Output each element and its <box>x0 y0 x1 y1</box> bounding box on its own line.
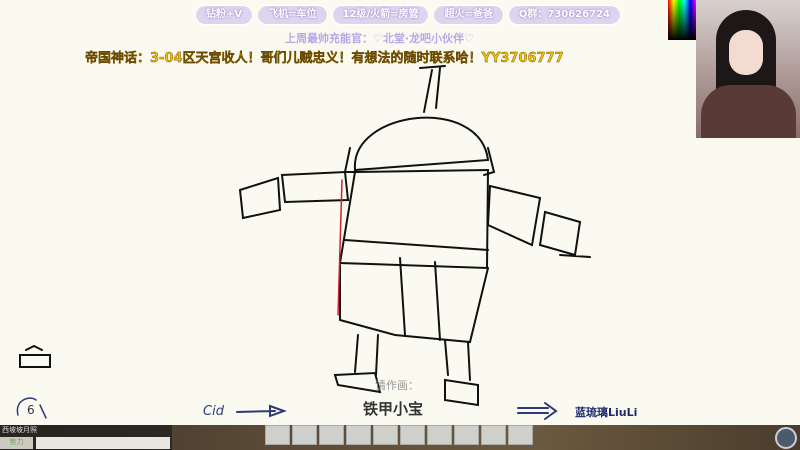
hotbar-slot[interactable] <box>373 425 398 445</box>
hotbar-slot[interactable] <box>427 425 452 445</box>
hotbar-slot[interactable] <box>292 425 317 445</box>
hotbar <box>265 425 533 445</box>
chat-box: 西坡坡月照 势力 <box>0 425 172 450</box>
color-picker[interactable] <box>668 0 696 40</box>
game-hud: 西坡坡月照 势力 <box>0 425 800 450</box>
tag-plane: 飞机=车位 <box>257 5 328 25</box>
chat-channel-name: 西坡坡月照 <box>2 426 37 434</box>
hotbar-slot[interactable] <box>319 425 344 445</box>
next-player: 蓝琉璃LiuLi <box>575 406 638 419</box>
tag-qq-group: Q群：730626724 <box>507 5 621 25</box>
hotbar-slot[interactable] <box>508 425 533 445</box>
countdown-timer: 6 <box>27 403 35 417</box>
keyboard-menu-icon[interactable] <box>775 427 797 449</box>
guild-ad-banner: 帝国神话：3-04区天宫收人！哥们儿贼忠义！有想法的随时联系哈！YY370677… <box>85 51 564 66</box>
webcam-feed <box>696 0 800 138</box>
tag-superfire: 超火=爸爸 <box>433 5 504 25</box>
tag-rocket: 12级/火箭=房管 <box>331 5 430 25</box>
stream-tag-bar: 钻粉+V 飞机=车位 12级/火箭=房管 超火=爸爸 Q群：730626724 <box>195 5 621 25</box>
hotbar-slot[interactable] <box>265 425 290 445</box>
hotbar-slot[interactable] <box>346 425 371 445</box>
chat-input[interactable] <box>36 437 170 449</box>
drawing-word: 铁甲小宝 <box>363 400 424 418</box>
hotbar-slot[interactable] <box>481 425 506 445</box>
prompt-label: 请作画： <box>375 379 419 392</box>
chat-tab-faction[interactable]: 势力 <box>0 437 33 449</box>
weekly-top-supporter: 上周最帅充能官：♡北堂·龙吧小伙伴♡ <box>285 32 474 45</box>
previous-player: Cid <box>203 404 224 419</box>
hotbar-slot[interactable] <box>400 425 425 445</box>
tag-fan: 钻粉+V <box>195 5 254 25</box>
hotbar-slot[interactable] <box>454 425 479 445</box>
